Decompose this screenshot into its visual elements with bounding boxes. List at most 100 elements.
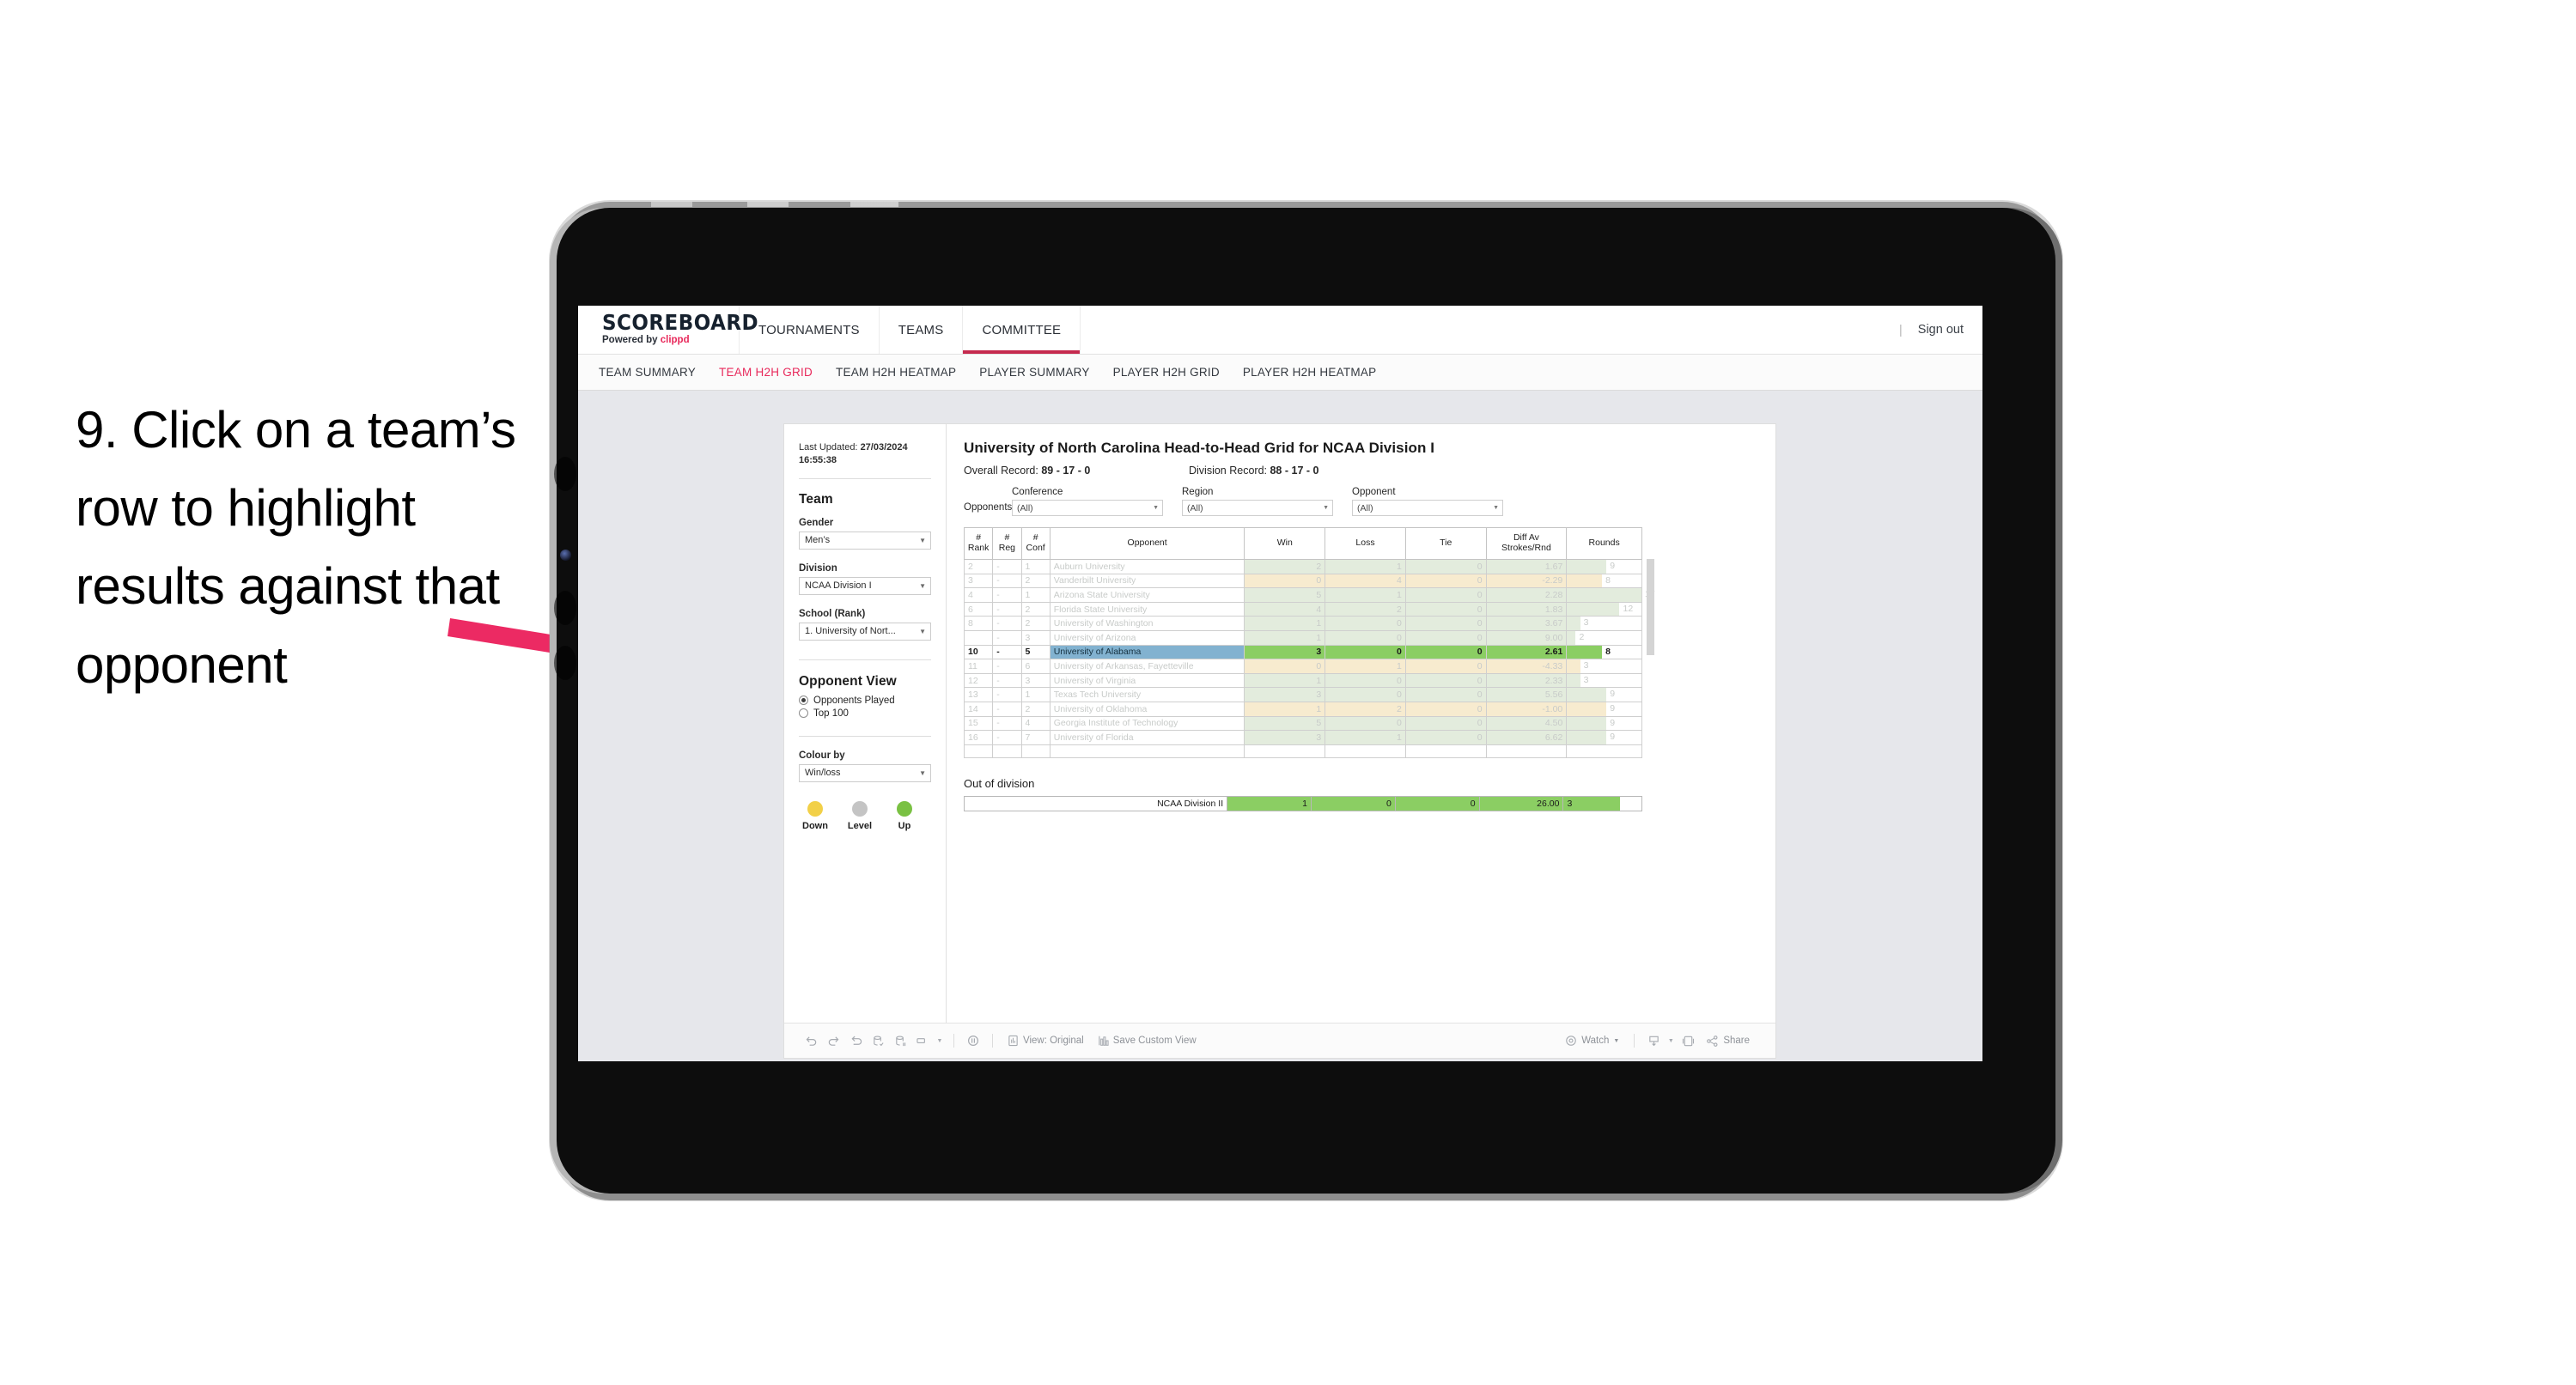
tab-team-summary[interactable]: TEAM SUMMARY [599, 366, 696, 379]
cell-loss: 2 [1325, 601, 1406, 617]
table-row[interactable]: 6-2 Florida State University 4 2 0 1.83 12 [963, 601, 1642, 617]
ood-tie: 0 [1394, 796, 1480, 812]
cell-conference-rank: 3 [1020, 672, 1050, 689]
division-select[interactable]: NCAA Division I ▼ [799, 576, 931, 595]
cell-opponent-name: Georgia Institute of Technology [1049, 715, 1245, 732]
table-row[interactable]: 3-2 Vanderbilt University 0 4 0 -2.29 8 [963, 573, 1642, 589]
tab-team-h2h-heatmap[interactable]: TEAM H2H HEATMAP [836, 366, 956, 379]
device-button-power[interactable] [554, 646, 576, 680]
rounds-bar [1567, 702, 1607, 716]
cell-opponent-name: Florida State University [1049, 601, 1245, 617]
radio-top-100[interactable]: Top 100 [799, 708, 931, 719]
cell-loss: 0 [1325, 616, 1406, 631]
filter-opponent-value: (All) [1357, 502, 1373, 513]
tab-player-h2h-grid[interactable]: PLAYER H2H GRID [1113, 366, 1220, 379]
table-row[interactable]: 10-5 University of Alabama 3 0 0 2.61 8 [963, 644, 1642, 660]
cell-loss: 1 [1325, 659, 1406, 674]
tab-team-h2h-grid[interactable]: TEAM H2H GRID [719, 366, 813, 379]
cell-tie: 0 [1404, 687, 1487, 702]
filter-region-select[interactable]: (All) ▼ [1182, 500, 1333, 516]
grid-header-win[interactable]: Win [1244, 527, 1326, 560]
cell-diff-av-strokes: 6.62 [1485, 730, 1568, 745]
download-icon[interactable] [1642, 1030, 1665, 1052]
chevron-down-icon[interactable]: ▼ [1665, 1030, 1677, 1052]
device-button-volume-up[interactable] [554, 457, 576, 491]
refresh-data-icon[interactable] [867, 1030, 889, 1052]
table-row[interactable]: 14-2 University of Oklahoma 1 2 0 -1.00 9 [963, 701, 1642, 717]
cell-conference-rank: 1 [1020, 587, 1050, 603]
cell-region-rank: - [992, 687, 1022, 702]
table-row[interactable]: 15-4 Georgia Institute of Technology 5 0 0 4.… [963, 715, 1642, 732]
table-row[interactable]: 12-3 University of Virginia 1 0 0 2.33 3 [963, 672, 1642, 689]
cell-conference-rank: 2 [1020, 701, 1050, 717]
table-row[interactable]: 4-1Arizona State University5102.2817 [963, 587, 1655, 603]
gender-select[interactable]: Men’s ▼ [799, 531, 931, 550]
redo-icon[interactable] [822, 1030, 844, 1052]
sign-out-link[interactable]: Sign out [1918, 323, 1964, 337]
cell-win: 1 [1244, 672, 1326, 689]
colour-by-select[interactable]: Win/loss ▼ [799, 763, 931, 782]
cell-rounds: 9 [1566, 687, 1642, 702]
gender-field: Gender Men’s ▼ [799, 518, 931, 550]
nav-item-teams[interactable]: TEAMS [878, 306, 964, 354]
colour-by-label: Colour by [799, 750, 845, 761]
table-row[interactable]: 8-2 University of Washington 1 0 0 3.67 3 [963, 616, 1642, 631]
undo-icon[interactable] [800, 1030, 822, 1052]
grid-header-opponent[interactable]: Opponent [1049, 527, 1245, 560]
revert-icon[interactable] [844, 1030, 867, 1052]
watch-button[interactable]: Watch ▼ [1558, 1035, 1626, 1047]
cell-rounds: 9 [1566, 730, 1642, 745]
school-select[interactable]: 1. University of Nort... ▼ [799, 622, 931, 641]
view-original-button[interactable]: View: Original [1001, 1035, 1091, 1047]
cell-tie: 0 [1404, 616, 1487, 631]
share-icon [1707, 1035, 1718, 1047]
grid-vertical-scrollbar[interactable] [1647, 559, 1654, 655]
cell-rank: 10 [963, 644, 994, 660]
pause-auto-update-icon[interactable] [962, 1030, 984, 1052]
table-row[interactable]: -3 University of Arizona 1 0 0 9.00 2 [963, 629, 1642, 646]
ood-rounds-value: 3 [1567, 798, 1573, 809]
table-row[interactable]: 13-1 Texas Tech University 3 0 0 5.56 9 [963, 687, 1642, 702]
grid-header-conf[interactable]: # Conf [1020, 527, 1050, 560]
filter-conference-select[interactable]: (All) ▼ [1012, 500, 1163, 516]
cell-opponent-name: University of Arkansas, Fayetteville [1049, 659, 1245, 674]
grid-header-rank[interactable]: # Rank [963, 527, 994, 560]
rounds-value: 2 [1579, 631, 1585, 642]
brand-sub-prefix: Powered by [602, 335, 661, 346]
cell-diff-av-strokes: 1.67 [1485, 559, 1568, 574]
rounds-value: 8 [1605, 646, 1611, 657]
nav-item-committee[interactable]: COMMITTEE [962, 306, 1081, 354]
filter-conference: Conference (All) ▼ [1012, 487, 1163, 516]
watch-icon [1566, 1036, 1576, 1046]
tab-player-h2h-heatmap[interactable]: PLAYER H2H HEATMAP [1243, 366, 1377, 379]
table-row[interactable]: NCAA Division II 1 0 0 26.00 3 [963, 796, 1642, 812]
grid-header-tie[interactable]: Tie [1404, 527, 1487, 560]
brand-logo[interactable]: SCOREBOARD Powered by clippd [578, 306, 758, 354]
tab-player-summary[interactable]: PLAYER SUMMARY [979, 366, 1089, 379]
view-original-label: View: Original [1023, 1036, 1084, 1046]
grid-header-diff-av-strokes-rnd[interactable]: Diff Av Strokes/Rnd [1485, 527, 1568, 560]
fullscreen-icon[interactable] [1677, 1030, 1699, 1052]
filter-opponent-select[interactable]: (All) ▼ [1352, 500, 1503, 516]
share-button[interactable]: Share [1699, 1035, 1757, 1048]
cell-win: 5 [1244, 587, 1326, 603]
device-button-volume-down[interactable] [554, 591, 576, 625]
record-summary: Overall Record: 89 - 17 - 0 Division Rec… [964, 465, 1757, 477]
radio-opponents-played[interactable]: Opponents Played [799, 696, 931, 706]
cell-region-rank: - [992, 659, 1022, 674]
nav-item-tournaments[interactable]: TOURNAMENTS [739, 306, 880, 354]
cell-rounds: 3 [1566, 672, 1642, 689]
chevron-down-icon[interactable]: ▼ [934, 1030, 946, 1052]
save-custom-view-button[interactable]: Save Custom View [1091, 1035, 1203, 1047]
grid-header-rounds[interactable]: Rounds [1566, 527, 1642, 560]
pause-data-icon[interactable] [889, 1030, 911, 1052]
device-layout-icon[interactable] [911, 1030, 934, 1052]
cell-rank: 8 [963, 616, 994, 631]
table-row[interactable]: 2-1 Auburn University 2 1 0 1.67 9 [963, 559, 1642, 574]
grid-header-reg[interactable]: # Reg [992, 527, 1022, 560]
share-label: Share [1723, 1036, 1750, 1046]
table-row[interactable]: 11-6 University of Arkansas, Fayetteville… [963, 659, 1642, 674]
secondary-nav: TEAM SUMMARY TEAM H2H GRID TEAM H2H HEAT… [578, 355, 1982, 391]
grid-header-loss[interactable]: Loss [1325, 527, 1406, 560]
table-row[interactable]: 16-7 University of Florida 3 1 0 6.62 9 [963, 730, 1642, 745]
